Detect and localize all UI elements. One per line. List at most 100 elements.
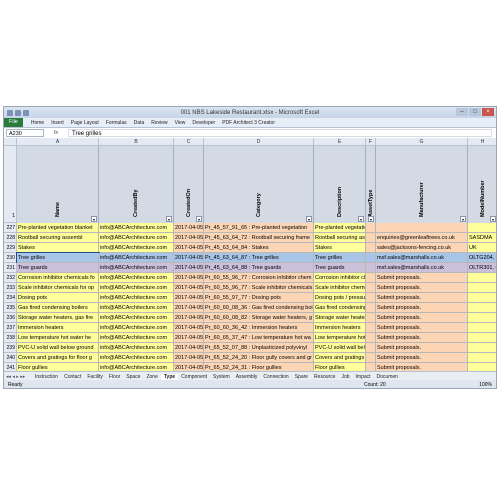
cell-h234[interactable] — [468, 293, 496, 303]
select-all-corner[interactable] — [4, 138, 17, 146]
cell-g237[interactable]: Submit proposals. — [376, 323, 468, 333]
cell-e239[interactable]: PVC-U solid wall below — [314, 343, 366, 353]
field-header-modelnumber[interactable]: ModelNumber ▾ — [468, 146, 496, 223]
sheet-tab-job[interactable]: Job — [338, 374, 352, 380]
sheet-tab-connection[interactable]: Connection — [260, 374, 291, 380]
ribbon-tab-insert[interactable]: Insert — [51, 120, 64, 126]
sheet-nav-arrows[interactable]: ◂◂ ◂ ▸ ▸▸ — [4, 374, 32, 380]
sheet-tab-documen[interactable]: Documen — [374, 374, 401, 380]
sheet-tab-assembly[interactable]: Assembly — [233, 374, 261, 380]
name-box[interactable]: A230 — [6, 129, 44, 137]
cell-d232[interactable]: Pr_60_55_96_77 : Corrosion inhibitor che… — [204, 273, 314, 283]
cell-h237[interactable] — [468, 323, 496, 333]
cell-h235[interactable] — [468, 303, 496, 313]
cell-a234[interactable]: Dosing pots — [17, 293, 99, 303]
cell-e229[interactable]: Stakes — [314, 243, 366, 253]
cell-c231[interactable]: 2017-04-05 — [174, 263, 204, 273]
cell-c234[interactable]: 2017-04-05 — [174, 293, 204, 303]
sheet-tab-contact[interactable]: Contact — [61, 374, 84, 380]
cell-b230[interactable]: info@ABCArchitecture.com — [99, 253, 174, 263]
row-header-233[interactable]: 233 — [4, 283, 17, 293]
sheet-tab-impact[interactable]: Impact — [353, 374, 374, 380]
sheet-tab-instruction[interactable]: Instruction — [32, 374, 61, 380]
column-header-f[interactable]: F — [366, 138, 376, 146]
cell-b234[interactable]: info@ABCArchitecture.com — [99, 293, 174, 303]
cell-g227[interactable] — [376, 223, 468, 233]
cell-c237[interactable]: 2017-04-05 — [174, 323, 204, 333]
ribbon-tab-formulas[interactable]: Formulas — [106, 120, 127, 126]
cell-g232[interactable]: Submit proposals. — [376, 273, 468, 283]
row-header-227[interactable]: 227 — [4, 223, 17, 233]
cell-b227[interactable]: info@ABCArchitecture.com — [99, 223, 174, 233]
close-button[interactable]: × — [482, 108, 494, 116]
cell-c240[interactable]: 2017-04-05 — [174, 353, 204, 363]
cell-h227[interactable] — [468, 223, 496, 233]
cell-f238[interactable] — [366, 333, 376, 343]
column-header-c[interactable]: C — [174, 138, 204, 146]
cell-c230[interactable]: 2017-04-05 — [174, 253, 204, 263]
cell-c236[interactable]: 2017-04-05 — [174, 313, 204, 323]
cell-f240[interactable] — [366, 353, 376, 363]
sheet-tab-facility[interactable]: Facility — [84, 374, 106, 380]
cell-g238[interactable]: Submit proposals. — [376, 333, 468, 343]
cell-d240[interactable]: Pr_65_52_24_20 : Floor gully covers and … — [204, 353, 314, 363]
cell-a233[interactable]: Scale inhibitor chemicals for op — [17, 283, 99, 293]
zoom-level[interactable]: 100% — [479, 382, 492, 388]
row-header-231[interactable]: 231 — [4, 263, 17, 273]
filter-dropdown-icon[interactable]: ▾ — [166, 216, 172, 222]
column-header-a[interactable]: A — [17, 138, 99, 146]
cell-e237[interactable]: Immersion heaters — [314, 323, 366, 333]
cell-f228[interactable] — [366, 233, 376, 243]
cell-h230[interactable]: OLTG204, Oli — [468, 253, 496, 263]
field-header-description[interactable]: Description ▾ — [314, 146, 366, 223]
cell-f231[interactable] — [366, 263, 376, 273]
cell-f229[interactable] — [366, 243, 376, 253]
cell-a230[interactable]: Tree grilles — [16, 252, 100, 264]
cell-a238[interactable]: Low temperature hot water he — [17, 333, 99, 343]
row-header-230[interactable]: 230 — [4, 253, 17, 263]
cell-h233[interactable] — [468, 283, 496, 293]
cell-e230[interactable]: Tree grilles — [314, 253, 366, 263]
filter-dropdown-icon[interactable]: ▾ — [490, 216, 496, 222]
cell-a239[interactable]: PVC-U solid wall below ground — [17, 343, 99, 353]
ribbon-tab-home[interactable]: Home — [31, 120, 44, 126]
cell-d233[interactable]: Pr_60_55_96_77 : Scale inhibitor chemica… — [204, 283, 314, 293]
cell-e228[interactable]: Rootball securing asse — [314, 233, 366, 243]
cell-a227[interactable]: Pre-planted vegetation blanket — [17, 223, 99, 233]
ribbon-tab-page-layout[interactable]: Page Layout — [71, 120, 99, 126]
field-header-createdon[interactable]: CreatedOn ▾ — [174, 146, 204, 223]
row-header-240[interactable]: 240 — [4, 353, 17, 363]
cell-c233[interactable]: 2017-04-05 — [174, 283, 204, 293]
cell-h240[interactable] — [468, 353, 496, 363]
row-header-235[interactable]: 235 — [4, 303, 17, 313]
filter-dropdown-icon[interactable]: ▾ — [460, 216, 466, 222]
file-tab[interactable]: File — [4, 118, 23, 127]
cell-g228[interactable]: enquiries@greenleaftrees.co.uk — [376, 233, 468, 243]
column-header-d[interactable]: D — [204, 138, 314, 146]
cell-g236[interactable]: Submit proposals. — [376, 313, 468, 323]
cell-a236[interactable]: Storage water heaters, gas fire — [17, 313, 99, 323]
column-header-g[interactable]: G — [376, 138, 468, 146]
cell-h231[interactable]: OLTR301, Oli — [468, 263, 496, 273]
field-header-category[interactable]: Category ▾ — [204, 146, 314, 223]
cell-f237[interactable] — [366, 323, 376, 333]
ribbon-tab-view[interactable]: View — [175, 120, 186, 126]
cell-h239[interactable] — [468, 343, 496, 353]
cell-g240[interactable]: Submit proposals. — [376, 353, 468, 363]
cell-d235[interactable]: Pr_60_60_08_36 : Gas fired condensing bo… — [204, 303, 314, 313]
field-header-manufacturer[interactable]: Manufacturer ▾ — [376, 146, 468, 223]
field-header-createdby[interactable]: CreatedBy ▾ — [99, 146, 174, 223]
minimize-button[interactable]: – — [456, 108, 468, 116]
field-header-assettype[interactable]: AssetType ▾ — [366, 146, 376, 223]
cell-c235[interactable]: 2017-04-05 — [174, 303, 204, 313]
row-header-237[interactable]: 237 — [4, 323, 17, 333]
cell-h236[interactable] — [468, 313, 496, 323]
sheet-tab-resource[interactable]: Resource — [311, 374, 338, 380]
cell-b240[interactable]: info@ABCArchitecture.com — [99, 353, 174, 363]
cell-d239[interactable]: Pr_65_52_07_88 : Unplasticized polyvinyl — [204, 343, 314, 353]
ribbon-tab-developer[interactable]: Developer — [192, 120, 215, 126]
cell-b237[interactable]: info@ABCArchitecture.com — [99, 323, 174, 333]
cell-c228[interactable]: 2017-04-05 — [174, 233, 204, 243]
filter-dropdown-icon[interactable]: ▾ — [306, 216, 312, 222]
cell-f235[interactable] — [366, 303, 376, 313]
